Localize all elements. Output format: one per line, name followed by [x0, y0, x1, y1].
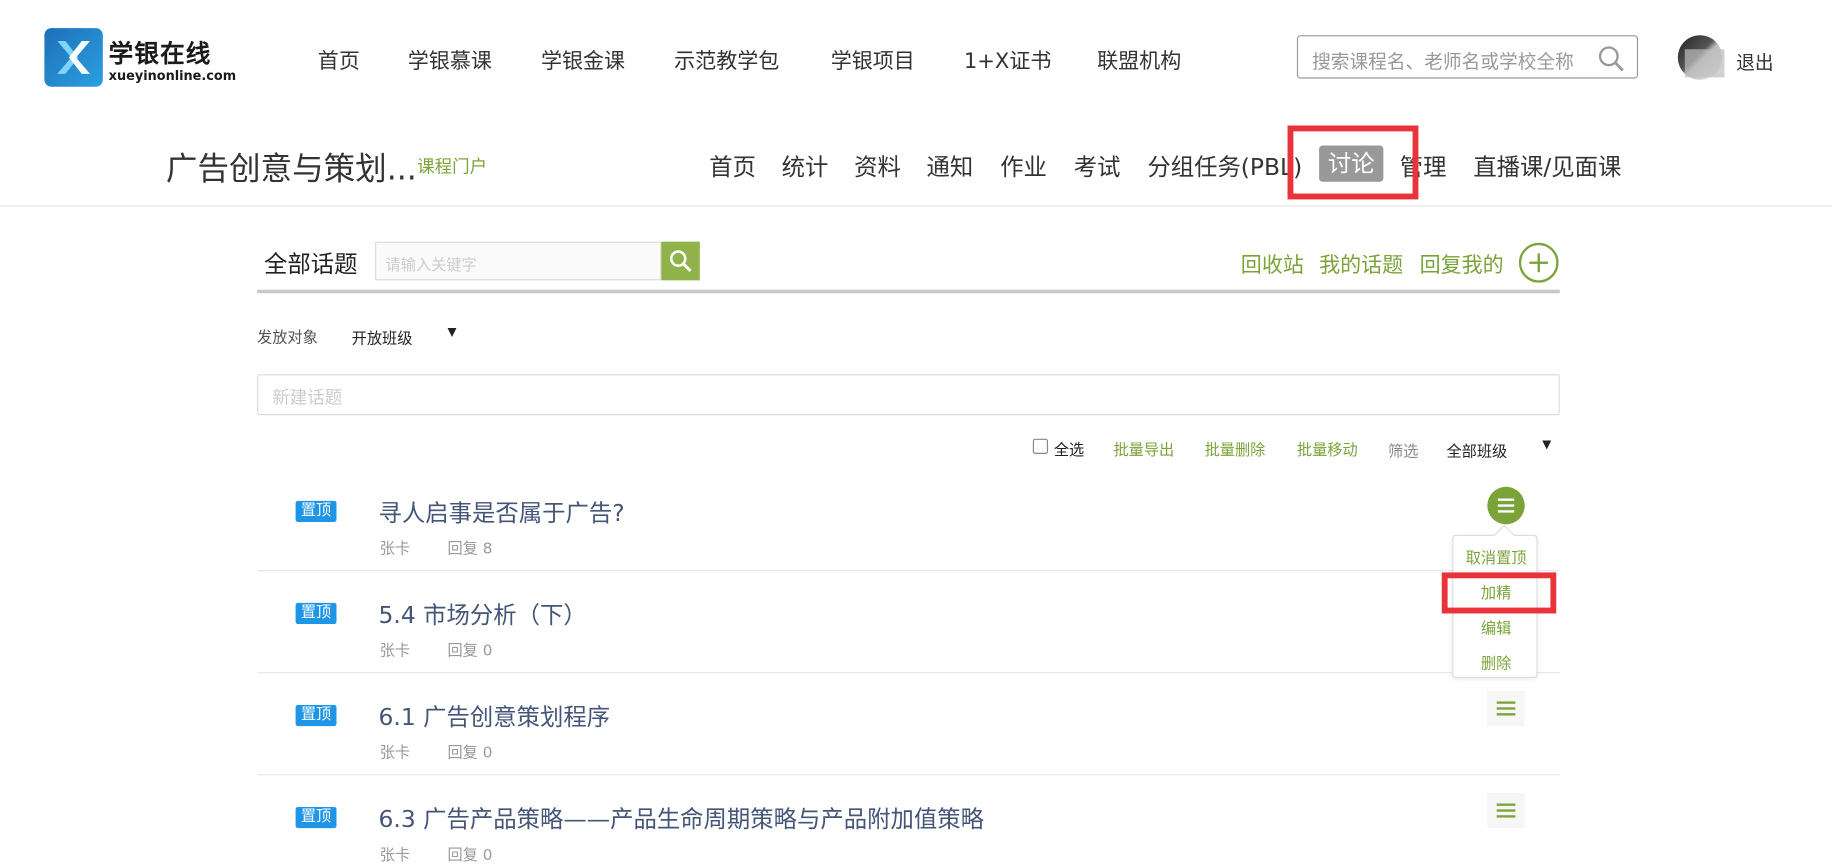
topic-author: 张卡	[379, 744, 411, 763]
pin-badge: 置顶	[295, 807, 337, 829]
course-tab-materials[interactable]: 资料	[854, 148, 901, 182]
keyword-search-input[interactable]: 请输入关键字	[375, 241, 662, 281]
topic-title[interactable]: 6.3 广告产品策略——产品生命周期策略与产品附加值策略	[379, 800, 984, 834]
course-tab-exams[interactable]: 考试	[1074, 148, 1121, 182]
topic-replies: 回复 8	[447, 540, 493, 559]
my-topics-link[interactable]: 我的话题	[1319, 249, 1403, 279]
menu-icon[interactable]	[1487, 486, 1525, 525]
topic-author: 张卡	[379, 642, 411, 661]
avatar[interactable]	[1677, 35, 1725, 80]
topic-title[interactable]: 6.1 广告创意策划程序	[379, 698, 611, 732]
course-tab-notices[interactable]: 通知	[927, 148, 974, 182]
topic-replies: 回复 0	[447, 846, 493, 865]
select-all-checkbox[interactable]	[1032, 438, 1049, 454]
select-all-label[interactable]: 全选	[1054, 438, 1084, 460]
top-nav-projects[interactable]: 学银项目	[831, 45, 915, 75]
pin-badge: 置顶	[295, 500, 337, 522]
replies-to-me-link[interactable]: 回复我的	[1420, 249, 1504, 279]
top-nav-teaching-pack[interactable]: 示范教学包	[674, 45, 779, 75]
topic-title[interactable]: 寻人启事是否属于广告?	[379, 494, 625, 528]
course-tab-home[interactable]: 首页	[709, 148, 756, 182]
search-icon[interactable]	[1597, 45, 1625, 73]
row-divider	[257, 774, 1560, 776]
logout-link[interactable]: 退出	[1736, 47, 1773, 75]
unpin-menu-item[interactable]: 取消置顶	[1453, 545, 1538, 568]
topic-author: 张卡	[379, 540, 411, 559]
global-search-input[interactable]: 搜索课程名、老师名或学校全称	[1296, 35, 1639, 79]
brand-name: 学银在线	[108, 39, 212, 69]
topic-title[interactable]: 5.4 市场分析（下）	[379, 596, 587, 630]
brand-domain: xueyinonline.com	[108, 68, 237, 84]
brand-logo-icon[interactable]	[44, 28, 103, 87]
menu-icon[interactable]	[1487, 792, 1525, 829]
highlight-discussion-tab	[1287, 125, 1419, 200]
course-tab-pbl[interactable]: 分组任务(PBL)	[1147, 148, 1302, 182]
topics-header-rule	[257, 289, 1560, 294]
filter-select[interactable]: 全部班级	[1446, 439, 1507, 461]
target-label: 发放对象	[257, 329, 318, 348]
menu-icon[interactable]	[1487, 690, 1525, 727]
keyword-placeholder: 请输入关键字	[385, 256, 477, 275]
topic-author: 张卡	[379, 846, 411, 865]
top-nav-mooc[interactable]: 学银慕课	[408, 45, 492, 75]
chevron-down-icon[interactable]: ▼	[1542, 439, 1551, 452]
target-select[interactable]: 开放班级	[352, 326, 413, 349]
header-divider	[0, 205, 1832, 207]
add-topic-icon[interactable]	[1518, 242, 1559, 283]
topic-replies: 回复 0	[447, 642, 493, 661]
batch-move-link[interactable]: 批量移动	[1297, 438, 1358, 460]
row-divider	[257, 672, 1560, 674]
batch-export-link[interactable]: 批量导出	[1113, 438, 1174, 460]
top-nav-alliance[interactable]: 联盟机构	[1097, 45, 1181, 75]
all-topics-heading[interactable]: 全部话题	[264, 245, 357, 279]
pin-badge: 置顶	[295, 602, 337, 625]
course-tab-live[interactable]: 直播课/见面课	[1473, 148, 1621, 182]
top-nav-certificate[interactable]: 1+X证书	[964, 45, 1051, 75]
pin-badge: 置顶	[295, 704, 337, 727]
search-icon	[669, 250, 692, 273]
chevron-down-icon[interactable]: ▼	[447, 326, 456, 339]
topic-replies: 回复 0	[447, 744, 493, 763]
top-nav-gold[interactable]: 学银金课	[541, 45, 625, 75]
batch-delete-link[interactable]: 批量删除	[1205, 438, 1266, 460]
course-title: 广告创意与策划...	[165, 151, 417, 188]
delete-menu-item[interactable]: 删除	[1453, 651, 1538, 674]
filter-label: 筛选	[1388, 443, 1419, 461]
keyword-search-button[interactable]	[661, 241, 700, 281]
new-topic-input[interactable]: 新建话题	[257, 374, 1560, 416]
highlight-feature-item	[1441, 572, 1557, 614]
top-nav-home[interactable]: 首页	[318, 45, 360, 75]
course-tab-homework[interactable]: 作业	[1000, 148, 1047, 182]
row-divider	[257, 570, 1560, 572]
course-portal-link[interactable]: 课程门户	[417, 154, 487, 179]
search-placeholder: 搜索课程名、老师名或学校全称	[1312, 50, 1574, 73]
new-topic-placeholder: 新建话题	[272, 387, 343, 409]
edit-menu-item[interactable]: 编辑	[1453, 616, 1538, 639]
course-tab-stats[interactable]: 统计	[782, 148, 829, 182]
recycle-bin-link[interactable]: 回收站	[1241, 249, 1304, 279]
